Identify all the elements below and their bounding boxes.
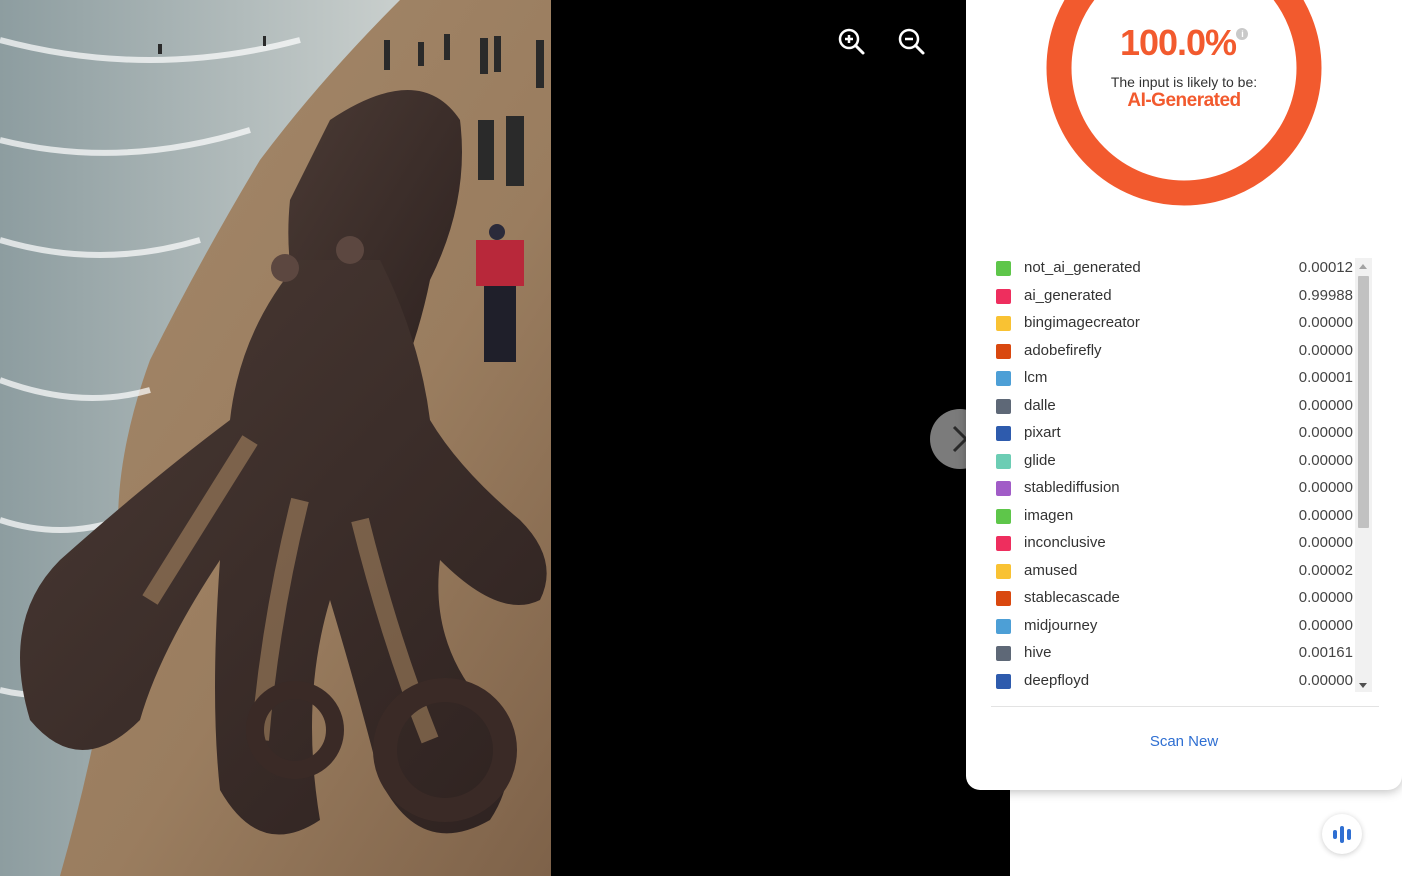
class-row: deepfloyd 0.00000 bbox=[994, 669, 1354, 693]
class-row: bingimagecreator 0.00000 bbox=[994, 311, 1354, 338]
class-color-swatch bbox=[996, 563, 1011, 579]
class-label: stablecascade bbox=[1024, 589, 1120, 606]
likely-label: The input is likely to be: bbox=[1110, 74, 1258, 90]
zoom-in-icon bbox=[838, 28, 865, 55]
class-color-swatch bbox=[996, 508, 1011, 524]
class-value: 0.00000 bbox=[1298, 396, 1353, 414]
class-row: glide 0.00000 bbox=[994, 449, 1354, 476]
class-label: lcm bbox=[1024, 369, 1048, 386]
class-row: not_ai_generated 0.00012 bbox=[994, 256, 1354, 283]
scan-new-button[interactable]: Scan New bbox=[966, 733, 1402, 750]
class-row: amused 0.00002 bbox=[994, 559, 1354, 586]
class-value: 0.00000 bbox=[1298, 534, 1353, 551]
class-value: 0.00000 bbox=[1298, 616, 1353, 634]
class-value: 0.00000 bbox=[1298, 451, 1353, 469]
class-value: 0.00000 bbox=[1298, 479, 1353, 496]
divider bbox=[991, 706, 1379, 707]
class-value: 0.00000 bbox=[1298, 589, 1353, 606]
class-label: not_ai_generated bbox=[1024, 259, 1141, 276]
class-label: adobefirefly bbox=[1024, 341, 1102, 359]
class-value: 0.00002 bbox=[1298, 561, 1353, 579]
scroll-thumb[interactable] bbox=[1358, 276, 1369, 528]
class-row: pixart 0.00000 bbox=[994, 421, 1354, 448]
class-label: bingimagecreator bbox=[1024, 314, 1140, 331]
class-row: stablediffusion 0.00000 bbox=[994, 476, 1354, 503]
class-value: 0.00000 bbox=[1298, 506, 1353, 524]
class-value: 0.00000 bbox=[1298, 341, 1353, 359]
class-color-swatch bbox=[996, 426, 1011, 441]
class-color-swatch bbox=[996, 261, 1011, 276]
class-row: midjourney 0.00000 bbox=[994, 614, 1354, 641]
class-color-swatch bbox=[996, 646, 1011, 661]
class-label: glide bbox=[1024, 451, 1056, 469]
class-color-swatch bbox=[996, 536, 1011, 551]
class-label: imagen bbox=[1024, 506, 1074, 524]
scroll-down-icon[interactable] bbox=[1359, 683, 1367, 688]
class-row: hive 0.00161 bbox=[994, 641, 1354, 668]
class-value: 0.00000 bbox=[1298, 671, 1353, 689]
score-gauge: 100.0% i The input is likely to be: AI-Ge… bbox=[1046, 0, 1322, 206]
class-label: inconclusive bbox=[1024, 534, 1106, 551]
class-label: stablediffusion bbox=[1024, 479, 1120, 496]
zoom-in-button[interactable] bbox=[836, 26, 866, 56]
class-row: ai_generated 0.99988 bbox=[994, 284, 1354, 311]
class-value: 0.00161 bbox=[1298, 644, 1353, 661]
class-probability-list: not_ai_generated 0.00012 ai_generated 0.999… bbox=[994, 256, 1374, 692]
class-label: amused bbox=[1024, 561, 1078, 579]
class-label: deepfloyd bbox=[1024, 671, 1090, 689]
class-row: inconclusive 0.00000 bbox=[994, 531, 1354, 558]
class-color-swatch bbox=[996, 453, 1011, 469]
class-label: hive bbox=[1024, 644, 1052, 661]
class-color-swatch bbox=[996, 673, 1011, 689]
class-color-swatch bbox=[996, 398, 1011, 414]
class-value: 0.00012 bbox=[1298, 259, 1353, 276]
class-value: 0.00001 bbox=[1298, 369, 1353, 386]
class-value: 0.00000 bbox=[1298, 314, 1353, 331]
voice-button[interactable] bbox=[1322, 814, 1362, 854]
detection-result-panel: 100.0% i The input is likely to be: AI-Ge… bbox=[966, 0, 1402, 790]
photo-illustration bbox=[0, 0, 551, 876]
class-color-swatch bbox=[996, 481, 1011, 496]
class-color-swatch bbox=[996, 591, 1011, 606]
audio-bars-icon bbox=[1333, 826, 1351, 843]
class-label: dalle bbox=[1024, 396, 1056, 414]
class-row: stablecascade 0.00000 bbox=[994, 586, 1354, 613]
class-row: dalle 0.00000 bbox=[994, 394, 1354, 421]
list-scrollbar[interactable] bbox=[1355, 258, 1372, 692]
class-color-swatch bbox=[996, 371, 1011, 386]
class-row: adobefirefly 0.00000 bbox=[994, 339, 1354, 366]
scroll-up-icon[interactable] bbox=[1359, 264, 1367, 269]
class-value: 0.99988 bbox=[1298, 286, 1353, 304]
score-percentage-value: 100.0% bbox=[1119, 22, 1237, 63]
image-viewer bbox=[0, 0, 1010, 876]
class-color-swatch bbox=[996, 343, 1011, 359]
info-icon[interactable]: i bbox=[1236, 28, 1249, 40]
class-color-swatch bbox=[996, 618, 1011, 634]
class-color-swatch bbox=[996, 288, 1011, 304]
zoom-out-icon bbox=[898, 28, 925, 55]
app-window: 100.0% i The input is likely to be: AI-Ge… bbox=[0, 0, 1402, 876]
zoom-out-button[interactable] bbox=[896, 26, 926, 56]
class-row: lcm 0.00001 bbox=[994, 366, 1354, 393]
class-label: pixart bbox=[1024, 424, 1061, 441]
score-percentage: 100.0% i bbox=[1046, 22, 1322, 64]
class-label: ai_generated bbox=[1024, 286, 1112, 304]
class-color-swatch bbox=[996, 316, 1011, 331]
class-value: 0.00000 bbox=[1298, 424, 1353, 441]
verdict-label: AI-Generated bbox=[1127, 90, 1241, 111]
class-label: midjourney bbox=[1024, 616, 1098, 634]
viewed-photo bbox=[0, 0, 551, 876]
class-row: imagen 0.00000 bbox=[994, 504, 1354, 531]
